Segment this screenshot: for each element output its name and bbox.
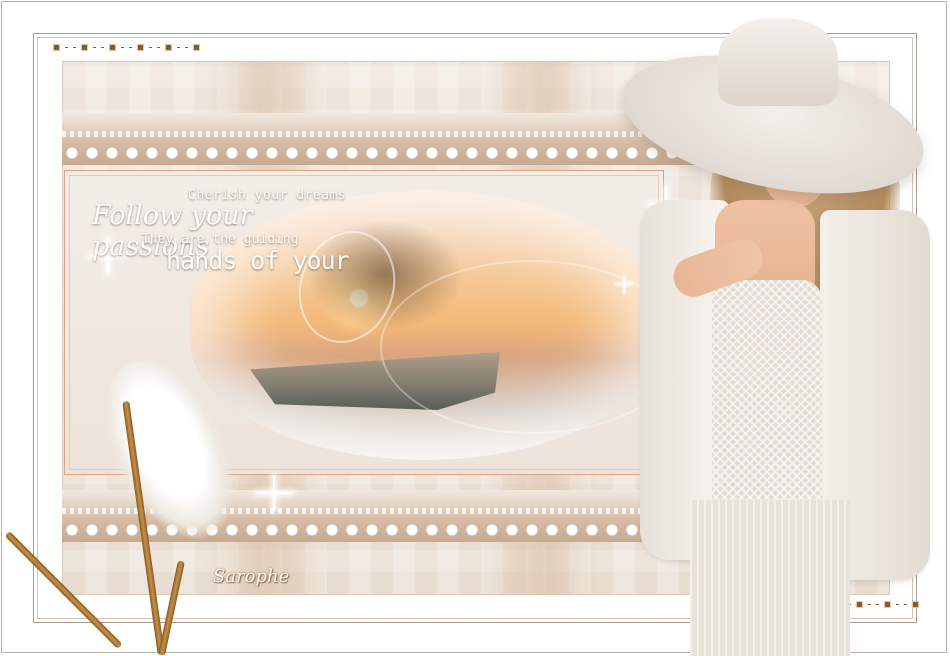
artist-signature: Sarophe: [213, 566, 290, 587]
knit-top: [712, 280, 822, 520]
quote-line-4: hands of your: [166, 246, 350, 275]
hat-crown: [718, 18, 838, 106]
corner-dots-top-left: [53, 44, 200, 51]
quote-line-3: They are the guiding: [142, 232, 299, 247]
quote-text: Cherish your dreams Follow your passions…: [92, 186, 372, 286]
sparkle: [256, 475, 292, 511]
artwork-canvas: Cherish your dreams Follow your passions…: [0, 0, 950, 656]
lace-pants: [690, 500, 850, 656]
